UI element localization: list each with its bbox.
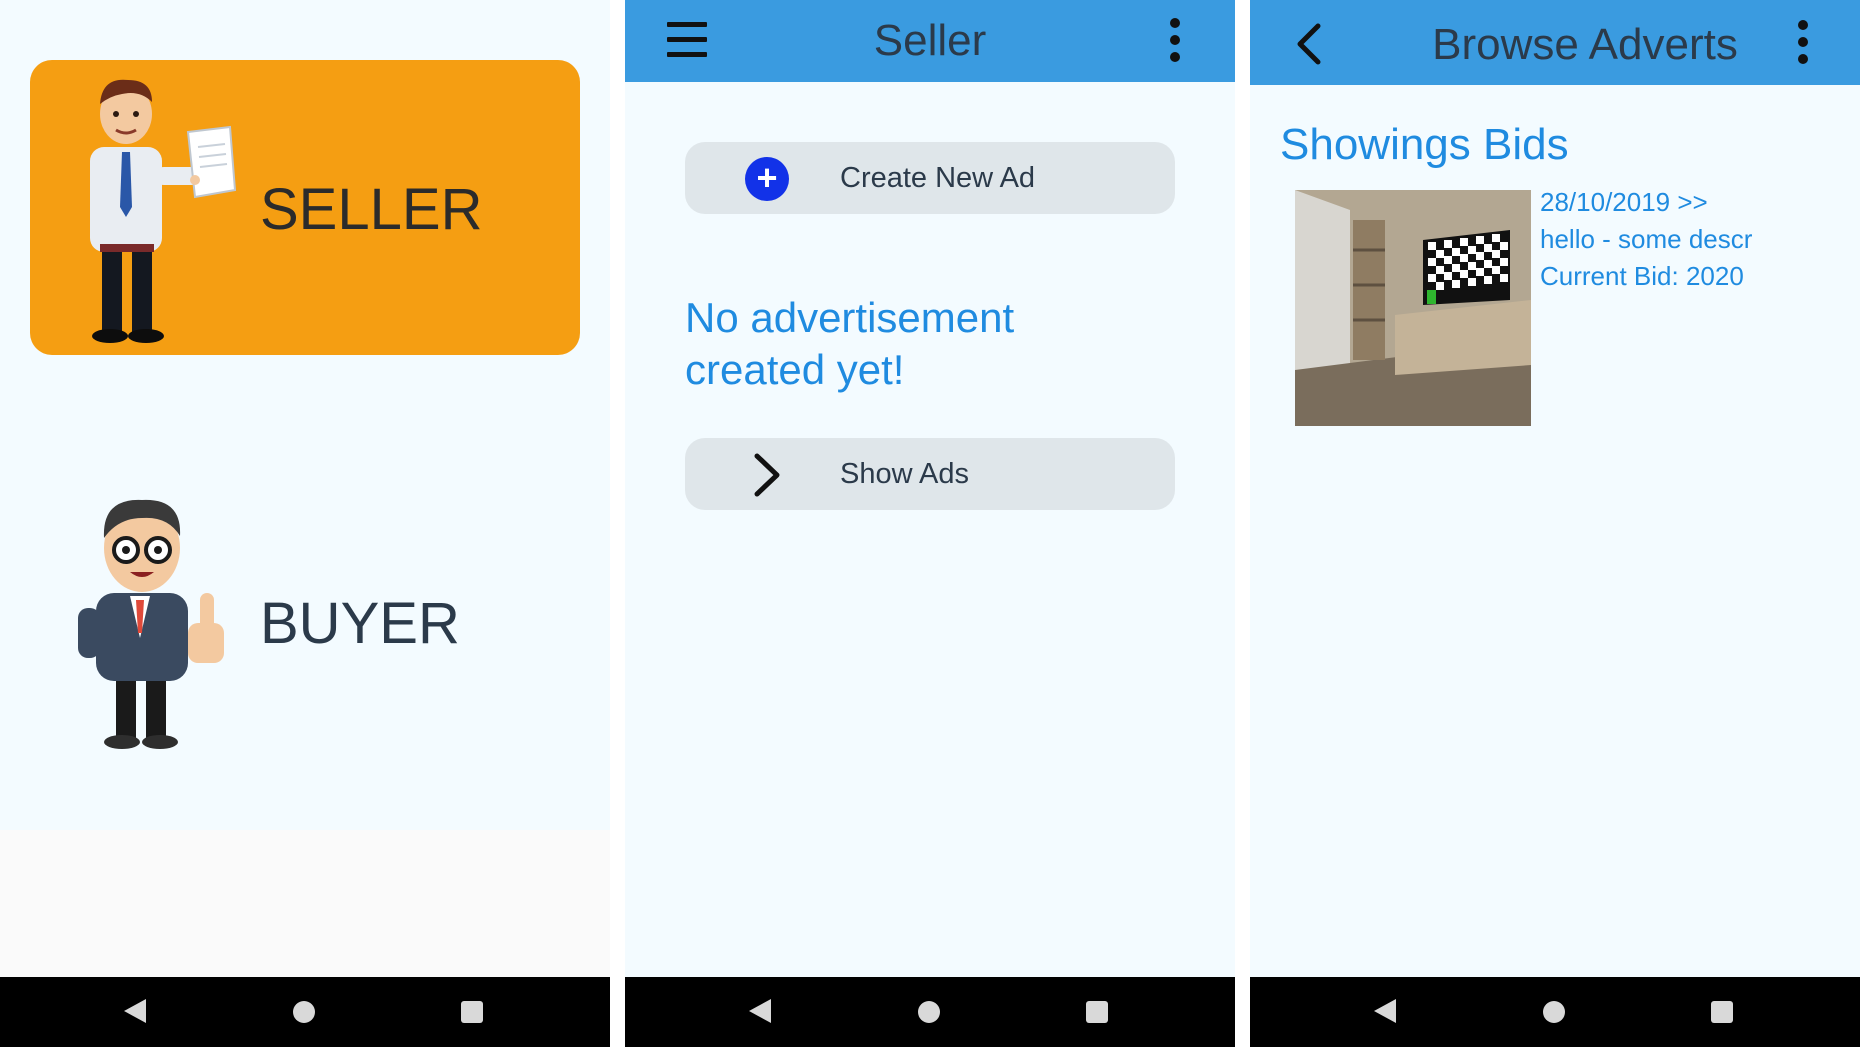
role-select-screen: SELLER BUYER [0,0,610,1047]
nav-home-icon[interactable] [918,1001,940,1023]
advert-date[interactable]: 28/10/2019 >> [1540,187,1708,218]
system-nav-bar [1250,977,1860,1047]
page-title: Browse Adverts [1432,20,1738,69]
nav-home-icon[interactable] [1543,1001,1565,1023]
advert-description: hello - some descr [1540,224,1753,254]
more-vert-icon[interactable] [1798,20,1808,71]
nav-recents-icon[interactable] [1086,1001,1108,1023]
nav-back-icon[interactable] [1374,999,1396,1023]
buyer-label: BUYER [260,591,460,656]
nav-recents-icon[interactable] [1711,1001,1733,1023]
show-ads-label: Show Ads [840,458,969,490]
nav-back-icon[interactable] [749,999,771,1023]
browse-adverts-screen: Browse Adverts Showings Bids 28/10/2019 … [1250,0,1860,1047]
chevron-right-icon [754,453,780,497]
create-new-ad-button[interactable]: + Create New Ad [685,142,1175,214]
seller-screen: Seller + Create New Ad No advertisement … [625,0,1235,1047]
seller-illustration [90,79,237,343]
show-ads-button[interactable]: Show Ads [685,438,1175,510]
page-title: Seller [873,16,987,65]
plus-circle-icon: + [745,157,789,201]
bottom-fade [0,830,610,977]
app-bar: Seller [625,0,1235,82]
section-title: Showings Bids [1280,120,1569,169]
system-nav-bar [0,977,610,1047]
empty-state-message: No advertisement created yet! [685,294,1015,393]
seller-label: SELLER [260,177,483,242]
create-new-ad-label: Create New Ad [840,162,1036,194]
nav-home-icon[interactable] [293,1001,315,1023]
advert-thumbnail [1295,190,1531,426]
app-bar: Browse Adverts [1250,0,1860,85]
more-vert-icon[interactable] [1170,18,1180,69]
nav-recents-icon[interactable] [461,1001,483,1023]
seller-card[interactable]: SELLER [30,60,580,355]
nav-back-icon[interactable] [124,999,146,1023]
system-nav-bar [625,977,1235,1047]
advert-current-bid: Current Bid: 2020 [1540,261,1744,291]
buyer-option[interactable]: BUYER [70,480,500,760]
buyer-illustration [78,499,224,749]
